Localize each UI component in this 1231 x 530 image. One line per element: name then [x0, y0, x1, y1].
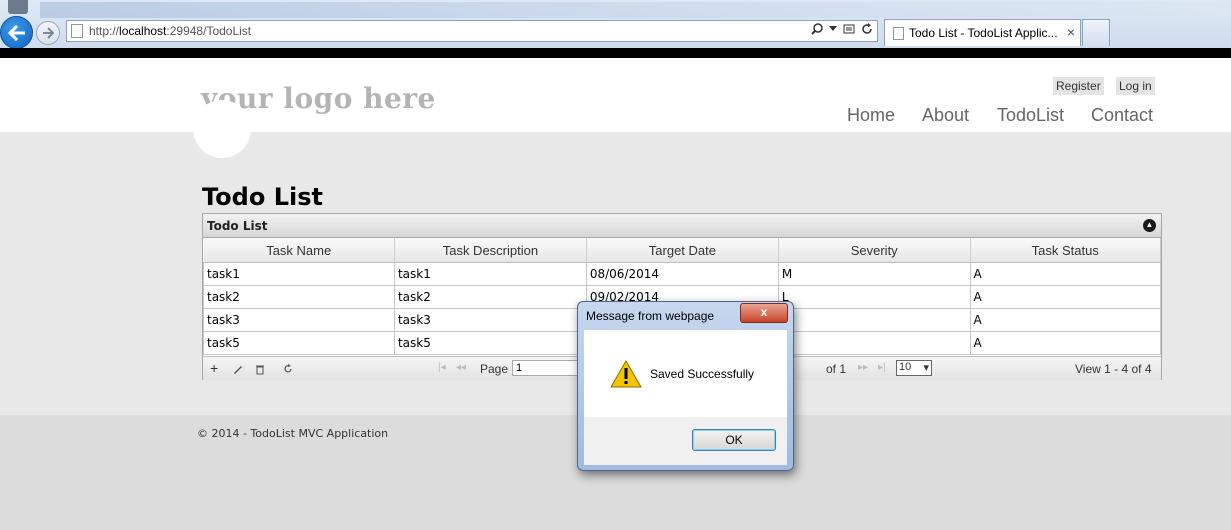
delete-icon[interactable]: [254, 363, 266, 375]
address-bar[interactable]: http://localhost:29948/TodoList: [66, 20, 878, 42]
footer-text: © 2014 - TodoList MVC Application: [197, 427, 389, 440]
last-page-icon[interactable]: ▸|: [878, 362, 886, 373]
cell[interactable]: [777, 308, 971, 332]
cell[interactable]: task5: [203, 331, 395, 355]
refresh-icon[interactable]: [861, 23, 873, 35]
dialog-title: Message from webpage: [586, 309, 715, 323]
col-task-description[interactable]: Task Description: [394, 238, 587, 263]
edit-icon[interactable]: [232, 363, 244, 375]
page-icon: [71, 24, 83, 38]
nav-home[interactable]: Home: [847, 105, 895, 126]
tab-title: Todo List - TodoList Applic...: [909, 26, 1058, 40]
dialog-message: Saved Successfully: [650, 367, 755, 381]
page-label: Page: [480, 362, 509, 376]
page-number-input[interactable]: [512, 360, 582, 376]
nav-contact[interactable]: Contact: [1091, 105, 1153, 126]
nav-about[interactable]: About: [922, 105, 969, 126]
back-button[interactable]: [0, 16, 33, 49]
cell[interactable]: A: [969, 308, 1162, 332]
collapse-icon[interactable]: ▲: [1143, 219, 1156, 232]
register-link[interactable]: Register: [1053, 77, 1104, 95]
browser-chrome: http://localhost:29948/TodoList Todo Lis…: [0, 0, 1231, 49]
col-severity[interactable]: Severity: [778, 238, 971, 263]
cell-editing[interactable]: 08/06/2014: [585, 262, 779, 286]
browser-tab[interactable]: Todo List - TodoList Applic... ×: [884, 19, 1081, 46]
cell[interactable]: L: [777, 285, 971, 309]
col-task-status[interactable]: Task Status: [970, 238, 1162, 263]
header-row: Task Name Task Description Target Date S…: [203, 238, 1162, 263]
prev-page-icon[interactable]: ◂◂: [456, 362, 466, 373]
cell[interactable]: task5: [393, 331, 587, 355]
rows-per-page-value: 10: [899, 361, 912, 373]
chrome-divider: [0, 48, 1231, 58]
new-tab-button[interactable]: [1082, 19, 1110, 46]
forward-arrow-icon: [43, 27, 54, 39]
logo-circle-decoration: [193, 100, 251, 158]
cell[interactable]: task1: [203, 262, 395, 286]
tab-close-icon[interactable]: ×: [1067, 24, 1075, 40]
ok-button[interactable]: OK: [692, 429, 776, 451]
refresh-grid-icon[interactable]: [282, 363, 294, 375]
url-path: :29948/TodoList: [166, 24, 252, 38]
cell[interactable]: M: [777, 262, 971, 286]
cell[interactable]: A: [969, 262, 1162, 286]
chevron-down-icon[interactable]: [829, 26, 837, 32]
chevron-down-icon: ▾: [923, 362, 929, 374]
cell[interactable]: task3: [203, 308, 395, 332]
url-host: localhost: [119, 24, 167, 38]
message-dialog: Message from webpage x Saved Successfull…: [577, 301, 794, 471]
cell[interactable]: task2: [203, 285, 395, 309]
table-row[interactable]: task1 task1 08/06/2014 M A: [203, 262, 1162, 286]
dialog-close-button[interactable]: x: [740, 303, 788, 323]
rows-per-page-select[interactable]: 10 ▾: [896, 360, 932, 376]
records-info: View 1 - 4 of 4: [1075, 362, 1152, 376]
nav-todolist[interactable]: TodoList: [997, 105, 1064, 126]
first-page-icon[interactable]: |◂: [438, 362, 446, 373]
back-arrow-icon: [7, 24, 25, 41]
cell[interactable]: task1: [393, 262, 587, 286]
next-page-icon[interactable]: ▸▸: [858, 362, 868, 373]
cell[interactable]: A: [969, 285, 1162, 309]
tab-page-icon: [893, 27, 904, 40]
col-task-name[interactable]: Task Name: [203, 238, 395, 263]
page-title: Todo List: [202, 183, 323, 211]
cell[interactable]: task2: [393, 285, 587, 309]
address-tools: [811, 23, 873, 35]
compatibility-view-icon[interactable]: [843, 23, 855, 35]
dialog-footer: OK: [584, 417, 787, 465]
add-icon[interactable]: +: [210, 360, 218, 376]
search-icon[interactable]: [811, 23, 823, 35]
cell[interactable]: A: [969, 331, 1162, 355]
grid-caption: Todo List ▲: [203, 214, 1161, 238]
warning-icon: [610, 360, 642, 388]
cell[interactable]: task3: [393, 308, 587, 332]
window-titlebar: [40, 2, 1231, 18]
cell[interactable]: [777, 331, 971, 355]
window-menu-icon[interactable]: [8, 0, 28, 14]
page-count: of 1: [826, 362, 847, 376]
url-scheme: http://: [89, 24, 120, 38]
forward-button[interactable]: [36, 21, 60, 45]
url-text: http://localhost:29948/TodoList: [89, 24, 251, 38]
login-link[interactable]: Log in: [1116, 77, 1155, 95]
dialog-body: Saved Successfully: [584, 330, 787, 417]
grid-caption-text: Todo List: [207, 219, 268, 233]
col-target-date[interactable]: Target Date: [586, 238, 779, 263]
